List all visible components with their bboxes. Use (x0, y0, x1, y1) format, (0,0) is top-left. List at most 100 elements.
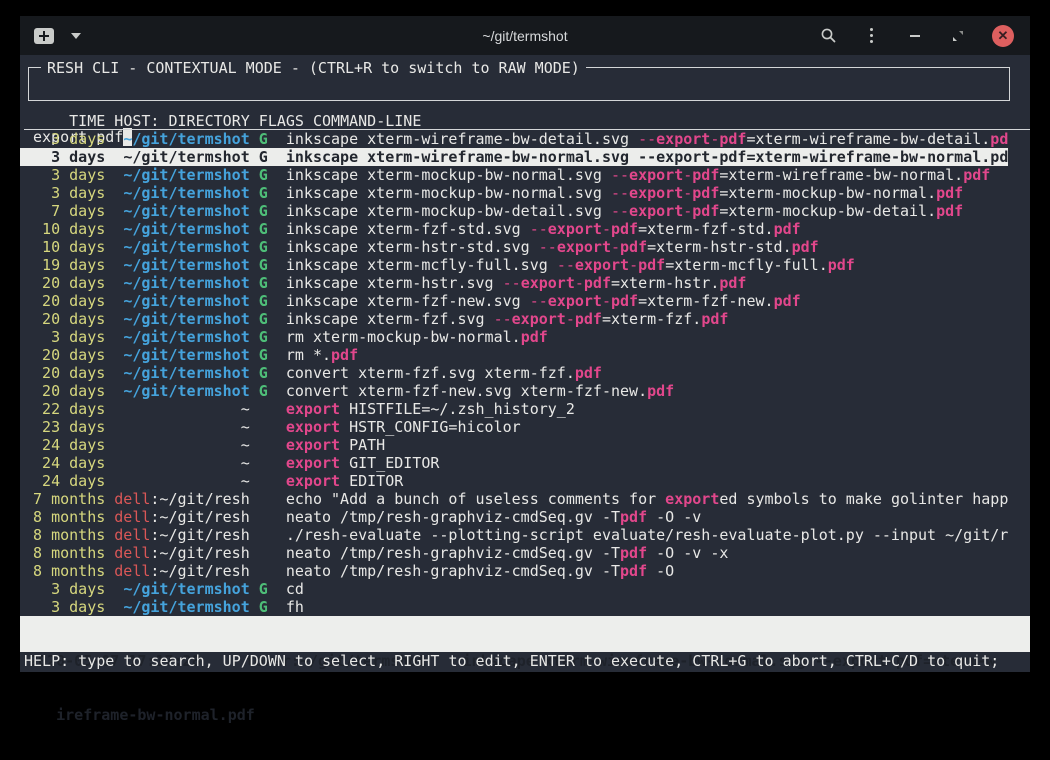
history-row[interactable]: 20 days~/git/termshot G inkscape xterm-f… (20, 310, 1030, 328)
row-host-directory: ~/git/termshot (105, 148, 249, 166)
row-flags: G (250, 166, 286, 184)
row-flags (250, 562, 286, 580)
history-row[interactable]: 20 days~/git/termshot G inkscape xterm-f… (20, 292, 1030, 310)
row-command: inkscape xterm-fzf-std.svg --export-pdf=… (286, 220, 801, 238)
row-host-directory: ~/git/termshot (105, 310, 249, 328)
row-host-directory: dell:~/git/resh (105, 490, 249, 508)
history-row-line: 3 days~/git/termshot G cd (24, 580, 304, 598)
row-flags (250, 418, 286, 436)
history-row-line: 20 days~/git/termshot G convert xterm-fz… (24, 364, 602, 382)
row-directory: ~/git/termshot (123, 598, 249, 616)
row-command: export GIT_EDITOR (286, 454, 440, 472)
row-host: dell (114, 562, 150, 580)
row-directory: :~/git/resh (150, 508, 249, 526)
row-command: export HSTR_CONFIG=hicolor (286, 418, 521, 436)
history-row-selected[interactable]: 3 days~/git/termshot G inkscape xterm-wi… (20, 148, 1030, 166)
row-time: 23 days (24, 418, 105, 436)
history-row[interactable]: 10 days~/git/termshot G inkscape xterm-h… (20, 238, 1030, 256)
minimize-icon[interactable] (906, 27, 923, 44)
row-host-directory: ~/git/termshot (105, 220, 249, 238)
row-directory: ~/git/termshot (123, 346, 249, 364)
history-row[interactable]: 8 monthsdell:~/git/resh ./resh-evaluate … (20, 526, 1030, 544)
row-command: convert xterm-fzf.svg xterm-fzf.pdf (286, 364, 602, 382)
row-host-directory: ~ (105, 472, 249, 490)
history-row[interactable]: 20 days~/git/termshot G convert xterm-fz… (20, 364, 1030, 382)
row-flags: G (250, 220, 286, 238)
history-row[interactable]: 20 days~/git/termshot G convert xterm-fz… (20, 382, 1030, 400)
history-row-line: 8 monthsdell:~/git/resh neato /tmp/resh-… (24, 508, 701, 526)
row-flags (250, 490, 286, 508)
row-flags (250, 544, 286, 562)
history-row[interactable]: 8 monthsdell:~/git/resh neato /tmp/resh-… (20, 544, 1030, 562)
history-row-line: 20 days~/git/termshot G convert xterm-fz… (24, 382, 674, 400)
row-flags (250, 400, 286, 418)
row-command: ./resh-evaluate --plotting-script evalua… (286, 526, 1008, 544)
history-row[interactable]: 7 days~/git/termshot G inkscape xterm-mo… (20, 202, 1030, 220)
row-command: rm xterm-mockup-bw-normal.pdf (286, 328, 548, 346)
row-flags: G (250, 184, 286, 202)
row-command: neato /tmp/resh-graphviz-cmdSeq.gv -Tpdf… (286, 562, 674, 580)
row-host-directory: ~/git/termshot (105, 364, 249, 382)
row-command: inkscape xterm-mcfly-full.svg --export-p… (286, 256, 855, 274)
row-time: 3 days (24, 130, 105, 148)
history-row-line: 3 days~/git/termshot G fh (24, 598, 304, 616)
search-icon[interactable] (820, 27, 837, 44)
status-bar: 2020-05-07 17:17:28 tower:~/git/termshot… (20, 616, 1030, 652)
history-row[interactable]: 3 days~/git/termshot G rm xterm-mockup-b… (20, 328, 1030, 346)
row-command: inkscape xterm-mockup-bw-detail.svg --ex… (286, 202, 963, 220)
row-time: 8 months (24, 508, 105, 526)
restore-icon[interactable] (949, 27, 966, 44)
row-directory: :~/git/resh (150, 544, 249, 562)
history-row[interactable]: 22 days~ export HISTFILE=~/.zsh_history_… (20, 400, 1030, 418)
row-directory: ~/git/termshot (123, 382, 249, 400)
history-row[interactable]: 24 days~ export PATH (20, 436, 1030, 454)
row-time: 20 days (24, 292, 105, 310)
row-host-directory: ~/git/termshot (105, 256, 249, 274)
history-row-line: 8 monthsdell:~/git/resh ./resh-evaluate … (24, 526, 1008, 544)
row-command: inkscape xterm-hstr.svg --export-pdf=xte… (286, 274, 747, 292)
history-row[interactable]: 3 days~/git/termshot G cd (20, 580, 1030, 598)
history-row[interactable]: 3 days~/git/termshot G fh (20, 598, 1030, 616)
history-row[interactable]: 19 days~/git/termshot G inkscape xterm-m… (20, 256, 1030, 274)
row-time: 22 days (24, 400, 105, 418)
row-directory: ~/git/termshot (123, 310, 249, 328)
row-flags: G (250, 202, 286, 220)
menu-kebab-icon[interactable] (863, 27, 880, 44)
row-flags: G (250, 364, 286, 382)
row-directory: ~ (241, 418, 250, 436)
row-flags: G (250, 148, 286, 166)
history-row[interactable]: 8 monthsdell:~/git/resh neato /tmp/resh-… (20, 562, 1030, 580)
history-row-line: 20 days~/git/termshot G rm *.pdf (24, 346, 358, 364)
close-icon[interactable]: ✕ (992, 25, 1014, 47)
history-row[interactable]: 3 days~/git/termshot G inkscape xterm-mo… (20, 184, 1030, 202)
history-row[interactable]: 7 monthsdell:~/git/resh echo "Add a bunc… (20, 490, 1030, 508)
history-row-line: 3 days~/git/termshot G inkscape xterm-mo… (24, 166, 990, 184)
row-time: 20 days (24, 310, 105, 328)
row-time: 8 months (24, 526, 105, 544)
row-host-directory: ~/git/termshot (105, 166, 249, 184)
terminal-window: ~/git/termshot ✕ RESH CLI - CONTEXTUAL M… (20, 16, 1030, 672)
history-row[interactable]: 3 days~/git/termshot G inkscape xterm-mo… (20, 166, 1030, 184)
history-row[interactable]: 20 days~/git/termshot G rm *.pdf (20, 346, 1030, 364)
row-directory: ~/git/termshot (123, 256, 249, 274)
row-host: dell (114, 490, 150, 508)
row-directory: ~/git/termshot (123, 130, 249, 148)
help-line: HELP: type to search, UP/DOWN to select,… (20, 652, 1030, 670)
history-row[interactable]: 8 monthsdell:~/git/resh neato /tmp/resh-… (20, 508, 1030, 526)
row-command: convert xterm-fzf-new.svg xterm-fzf-new.… (286, 382, 674, 400)
row-host-directory: ~/git/termshot (105, 382, 249, 400)
history-row[interactable]: 24 days~ export GIT_EDITOR (20, 454, 1030, 472)
row-host-directory: ~ (105, 436, 249, 454)
history-row[interactable]: 3 days~/git/termshot G inkscape xterm-wi… (20, 130, 1030, 148)
row-host-directory: ~/git/termshot (105, 202, 249, 220)
history-table-header: TIME HOST: DIRECTORY FLAGS COMMAND-LINE (24, 112, 1030, 130)
row-host-directory: dell:~/git/resh (105, 508, 249, 526)
row-flags (250, 526, 286, 544)
history-row[interactable]: 10 days~/git/termshot G inkscape xterm-f… (20, 220, 1030, 238)
row-command: export EDITOR (286, 472, 403, 490)
row-directory: ~ (241, 454, 250, 472)
row-time: 7 months (24, 490, 105, 508)
history-row[interactable]: 23 days ~ export HSTR_CONFIG=hicolor (20, 418, 1030, 436)
history-row[interactable]: 20 days~/git/termshot G inkscape xterm-h… (20, 274, 1030, 292)
history-row[interactable]: 24 days~ export EDITOR (20, 472, 1030, 490)
